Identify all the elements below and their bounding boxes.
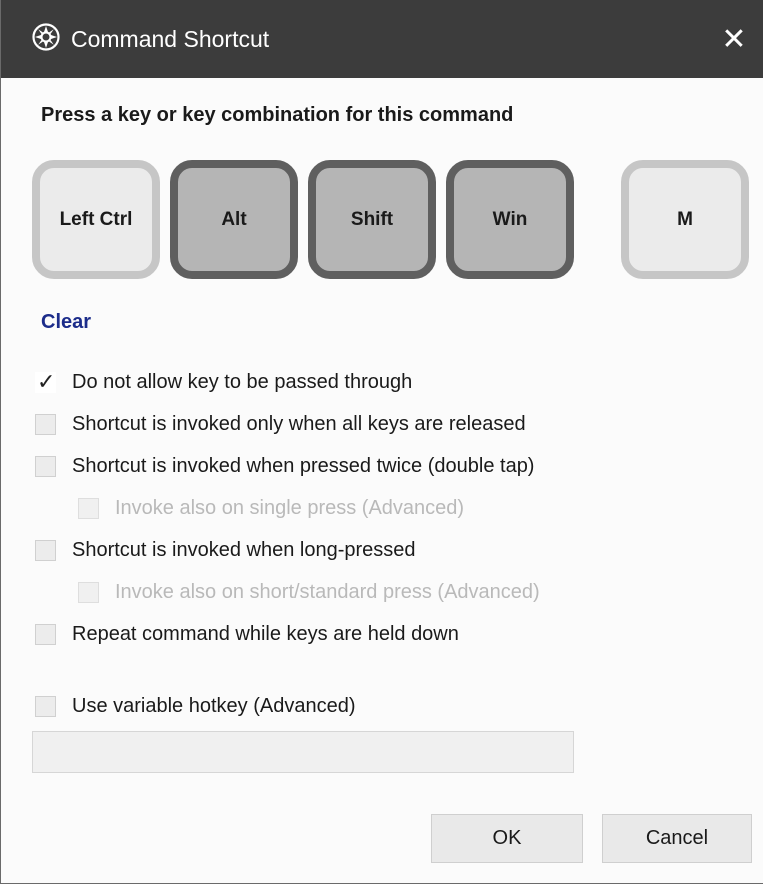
key-m[interactable]: M: [621, 160, 749, 279]
option-single-press[interactable]: Invoke also on single press (Advanced): [78, 494, 464, 522]
option-label: Shortcut is invoked only when all keys a…: [72, 413, 526, 435]
checkbox[interactable]: [35, 455, 56, 477]
close-button[interactable]: ✕: [704, 0, 763, 78]
title-bar: Command Shortcut ✕: [1, 0, 763, 78]
checkbox[interactable]: [78, 497, 99, 519]
gear-icon: [31, 22, 61, 52]
variable-hotkey-field[interactable]: [32, 731, 574, 773]
option-long-press[interactable]: Shortcut is invoked when long-pressed: [35, 536, 416, 564]
option-invoke-on-release[interactable]: Shortcut is invoked only when all keys a…: [35, 410, 526, 438]
key-win[interactable]: Win: [446, 160, 574, 279]
instruction-heading: Press a key or key combination for this …: [41, 104, 514, 126]
option-double-tap[interactable]: Shortcut is invoked when pressed twice (…: [35, 452, 534, 480]
option-label: Shortcut is invoked when long-pressed: [72, 539, 416, 561]
checkbox[interactable]: [35, 413, 56, 435]
option-label: Shortcut is invoked when pressed twice (…: [72, 455, 535, 477]
option-repeat-while-held[interactable]: Repeat command while keys are held down: [35, 620, 459, 648]
option-label: Invoke also on short/standard press (Adv…: [115, 581, 540, 603]
checkbox[interactable]: [78, 581, 99, 603]
option-no-pass-through[interactable]: Do not allow key to be passed through: [35, 368, 412, 396]
clear-link[interactable]: Clear: [41, 308, 91, 336]
checkbox[interactable]: [35, 539, 56, 561]
checkbox[interactable]: [35, 623, 56, 645]
option-label: Invoke also on single press (Advanced): [115, 497, 465, 519]
option-label: Use variable hotkey (Advanced): [72, 695, 356, 717]
key-left-ctrl[interactable]: Left Ctrl: [32, 160, 160, 279]
checkbox[interactable]: [35, 695, 56, 717]
close-icon: ✕: [721, 22, 747, 56]
checkbox[interactable]: [35, 368, 56, 396]
ok-button[interactable]: OK: [431, 814, 583, 863]
command-shortcut-dialog: Command Shortcut ✕ Press a key or key co…: [0, 0, 763, 884]
window-title: Command Shortcut: [71, 26, 270, 52]
option-label: Do not allow key to be passed through: [72, 371, 413, 393]
option-variable-hotkey[interactable]: Use variable hotkey (Advanced): [35, 692, 355, 720]
option-short-press[interactable]: Invoke also on short/standard press (Adv…: [78, 578, 540, 606]
key-shift[interactable]: Shift: [308, 160, 436, 279]
key-alt[interactable]: Alt: [170, 160, 298, 279]
option-label: Repeat command while keys are held down: [72, 623, 459, 645]
cancel-button[interactable]: Cancel: [602, 814, 752, 863]
